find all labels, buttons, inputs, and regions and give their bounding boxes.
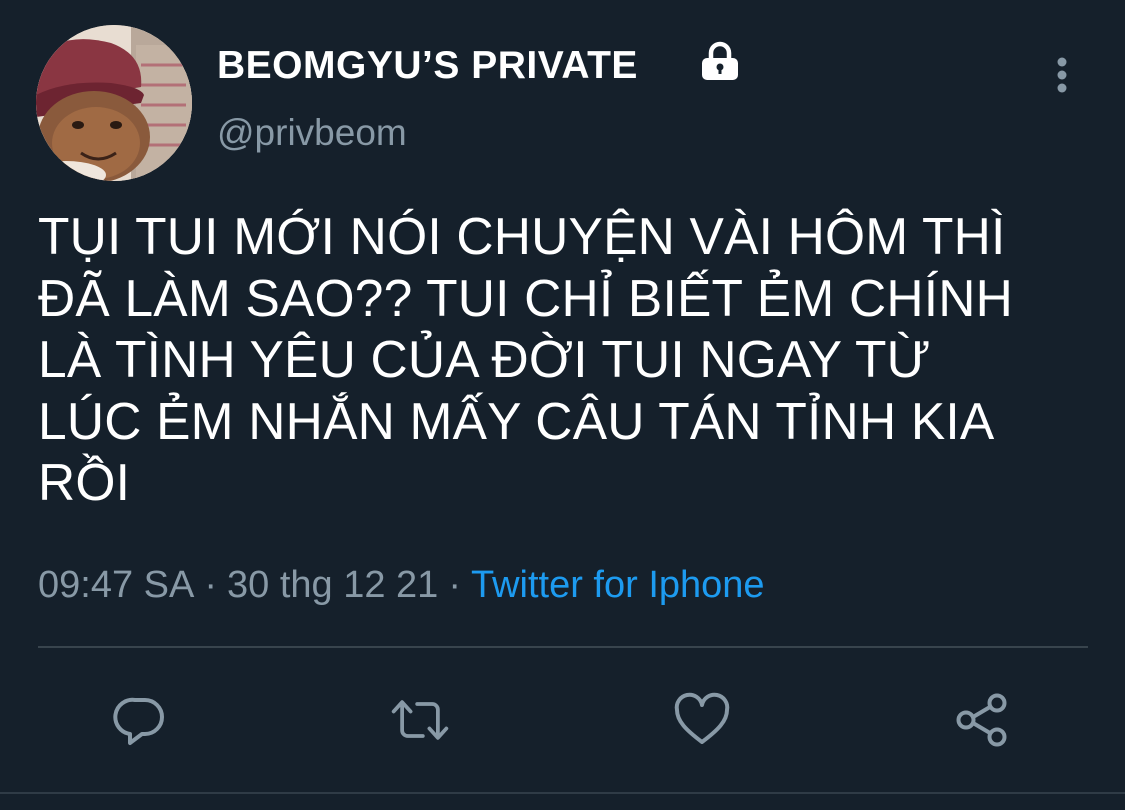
separator: · <box>204 564 217 606</box>
share-button[interactable] <box>950 688 1014 752</box>
reply-button[interactable] <box>108 688 172 752</box>
avatar[interactable] <box>36 25 192 181</box>
more-options-icon[interactable] <box>1042 52 1082 98</box>
profile-photo <box>36 25 192 181</box>
lock-icon <box>702 41 738 80</box>
like-button[interactable] <box>670 688 734 752</box>
retweet-icon <box>391 700 449 740</box>
reply-icon <box>113 697 164 745</box>
tweet-time[interactable]: 09:47 SA <box>38 564 194 606</box>
separator: · <box>448 564 461 606</box>
handle[interactable]: @privbeom <box>217 110 407 156</box>
divider <box>0 792 1125 794</box>
display-name[interactable]: BEOMGYU’S PRIVATE <box>217 42 638 90</box>
heart-icon <box>674 692 730 744</box>
tweet-metadata: 09:47 SA · 30 thg 12 21 · Twitter for Iphone <box>38 562 765 608</box>
share-icon <box>956 693 1007 747</box>
tweet-text: TỤI TUI MỚI NÓI CHUYỆN VÀI HÔM THÌ ĐÃ LÀ… <box>38 207 1014 511</box>
tweet-source-link[interactable]: Twitter for Iphone <box>471 564 765 606</box>
divider <box>38 646 1088 648</box>
tweet-date[interactable]: 30 thg 12 21 <box>227 564 438 606</box>
retweet-button[interactable] <box>388 688 452 752</box>
